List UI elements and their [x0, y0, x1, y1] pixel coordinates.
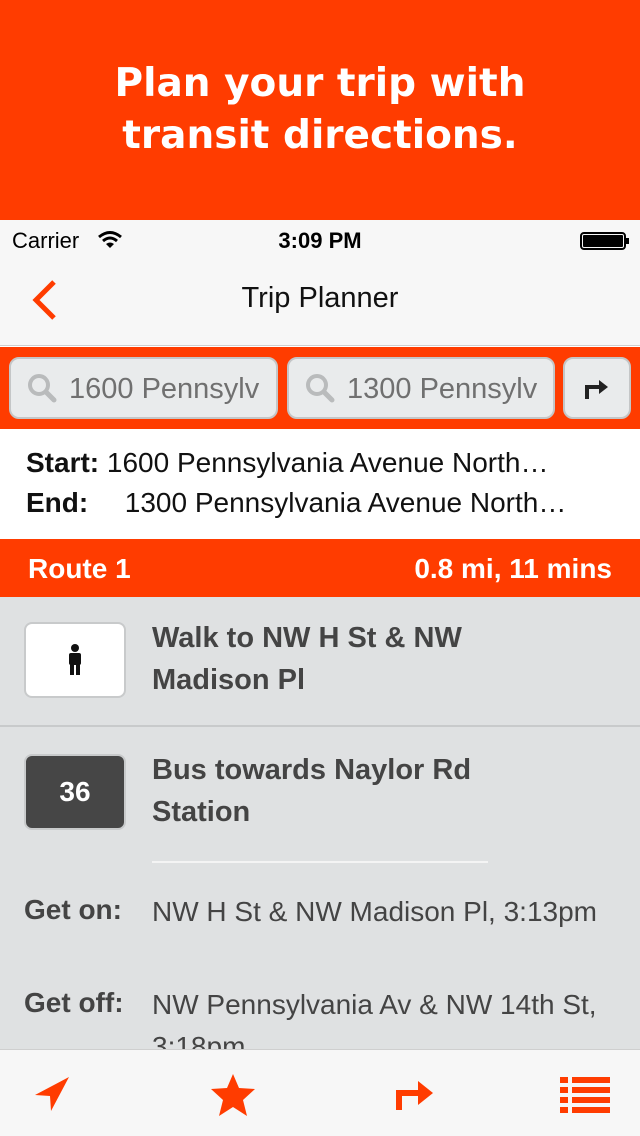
- search-icon: [306, 374, 335, 403]
- location-arrow-icon: [35, 1077, 69, 1111]
- get-directions-button[interactable]: [563, 357, 631, 419]
- get-off-label: Get off:: [24, 987, 124, 1018]
- end-search-value: 1300 Pennsylv: [347, 373, 538, 405]
- tab-favorites[interactable]: [208, 1070, 258, 1120]
- promo-banner: Plan your trip with transit directions.: [0, 0, 640, 220]
- start-row: Start: 1600 Pennsylvania Avenue North…: [26, 447, 616, 479]
- divider: [152, 861, 488, 863]
- route-header: Route 1 0.8 mi, 11 mins: [0, 539, 640, 597]
- step-title: Walk to NW H St & NW Madison Pl: [152, 622, 462, 696]
- end-search-input[interactable]: 1300 Pennsylv: [287, 357, 555, 419]
- route-name: Route 1: [28, 553, 131, 584]
- bus-route-badge: 36: [24, 754, 126, 830]
- start-address: 1600 Pennsylvania Avenue North…: [106, 447, 549, 478]
- tab-bar: [0, 1049, 640, 1136]
- star-icon: [211, 1074, 255, 1116]
- get-on-value: NW H St & NW Madison Pl, 3:13pm: [152, 896, 598, 927]
- tab-directions[interactable]: [390, 1070, 440, 1120]
- navigation-bar: Trip Planner: [0, 262, 640, 346]
- turn-right-arrow-icon: [585, 380, 608, 399]
- start-label: Start:: [26, 447, 100, 478]
- page-title: Trip Planner: [241, 282, 399, 314]
- tab-location[interactable]: [26, 1070, 76, 1120]
- walk-badge: [24, 622, 126, 698]
- end-address: 1300 Pennsylvania Avenue North…: [124, 487, 567, 518]
- search-icon: [28, 374, 57, 403]
- status-time: 3:09 PM: [278, 228, 362, 253]
- step-title: Bus towards Naylor Rd Station: [152, 754, 472, 828]
- promo-title: Plan your trip with transit directions.: [114, 61, 526, 158]
- start-search-input[interactable]: 1600 Pennsylv: [9, 357, 278, 419]
- trip-summary: Start: 1600 Pennsylvania Avenue North… E…: [0, 429, 640, 539]
- search-bar: 1600 Pennsylv 1300 Pennsylv: [0, 347, 640, 429]
- battery-icon: [580, 232, 629, 250]
- status-bar: Carrier 3:09 PM: [0, 220, 640, 262]
- list-item[interactable]: Walk to NW H St & NW Madison Pl: [0, 597, 640, 727]
- end-label: End:: [26, 487, 89, 518]
- list-item[interactable]: 36 Bus towards Naylor Rd Station Get on:…: [0, 729, 640, 1049]
- get-on-label: Get on:: [24, 894, 122, 925]
- route-steps-list[interactable]: Walk to NW H St & NW Madison Pl 36 Bus t…: [0, 597, 640, 1049]
- end-row: End: 1300 Pennsylvania Avenue North…: [26, 487, 616, 519]
- get-off-value: NW Pennsylvania Av & NW 14th St, 3:18pm: [152, 989, 597, 1049]
- route-distance-duration: 0.8 mi, 11 mins: [414, 553, 612, 584]
- start-search-value: 1600 Pennsylv: [69, 373, 260, 405]
- list-icon: [560, 1077, 610, 1113]
- tab-list[interactable]: [560, 1070, 610, 1120]
- pedestrian-icon: [69, 644, 81, 675]
- turn-right-arrow-icon: [396, 1081, 433, 1110]
